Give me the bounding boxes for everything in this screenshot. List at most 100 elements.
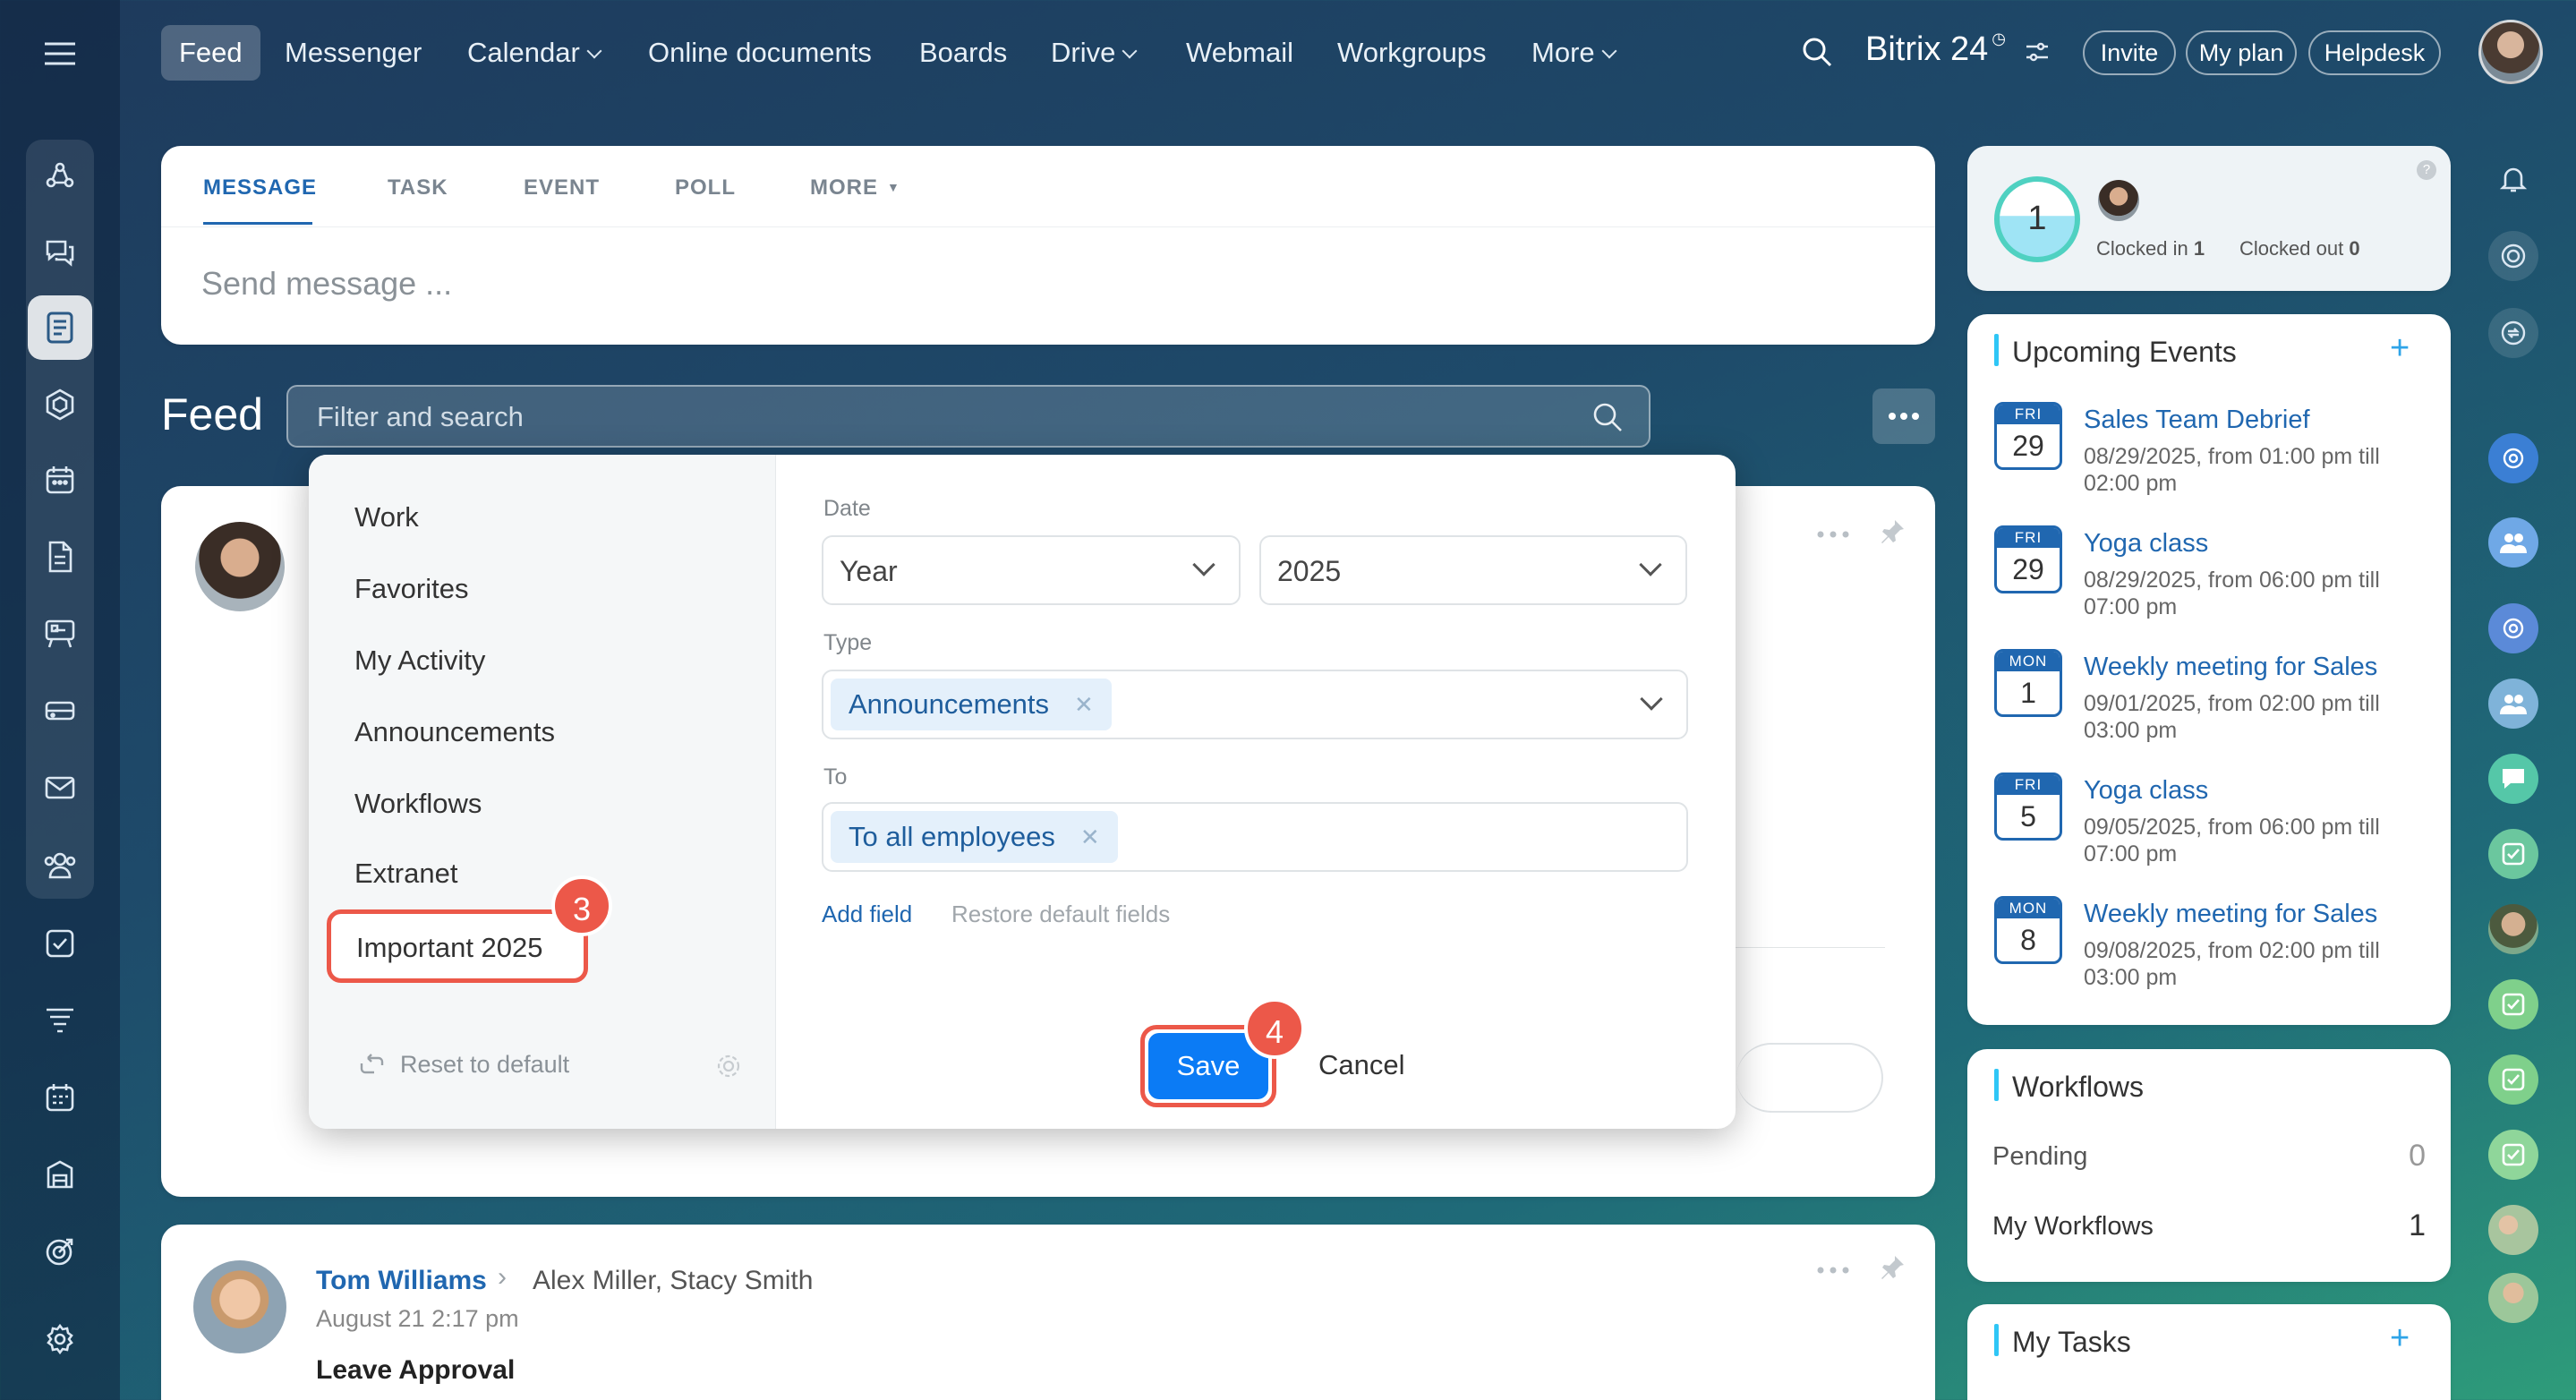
comment-input[interactable] (1736, 1043, 1883, 1113)
post-date[interactable]: August 21 2:17 pm (316, 1305, 519, 1333)
cancel-button[interactable]: Cancel (1318, 1049, 1405, 1081)
remove-chip-icon[interactable]: ✕ (1080, 824, 1100, 851)
clocked-in-counter[interactable]: 1 (1994, 176, 2080, 262)
channel-icon[interactable] (2488, 603, 2538, 653)
hamburger-menu-icon[interactable] (28, 21, 92, 86)
preset-favorites[interactable]: Favorites (354, 573, 468, 605)
nav-drive[interactable]: Drive (1051, 25, 1138, 81)
contact-avatar[interactable] (2488, 904, 2538, 954)
employee-avatar[interactable] (2098, 180, 2139, 221)
preset-important-2025[interactable]: Important 2025 (327, 909, 588, 983)
date-year-select[interactable]: 2025 (1259, 535, 1687, 605)
event-title-link[interactable]: Weekly meeting for Sales (2084, 900, 2377, 929)
event-title-link[interactable]: Yoga class (2084, 529, 2208, 559)
help-icon[interactable]: ? (2417, 160, 2436, 180)
settings-gear-icon[interactable] (28, 1307, 92, 1371)
tab-message[interactable]: MESSAGE (203, 175, 317, 201)
mail-icon[interactable] (28, 755, 92, 820)
preset-extranet[interactable]: Extranet (354, 858, 457, 890)
document-icon[interactable] (28, 525, 92, 589)
to-select[interactable]: To all employees ✕ (822, 802, 1688, 872)
nav-webmail[interactable]: Webmail (1186, 25, 1293, 81)
pin-icon[interactable] (1878, 1253, 1906, 1282)
caret-down-icon: ▼ (887, 180, 900, 194)
sync-chat-icon[interactable] (2488, 308, 2538, 358)
messenger-icon[interactable] (28, 220, 92, 285)
my-plan-button[interactable]: My plan (2186, 30, 2297, 75)
calendar-icon[interactable] (28, 448, 92, 512)
nav-workgroups[interactable]: Workgroups (1337, 25, 1487, 81)
contact-avatar[interactable] (2488, 1273, 2538, 1323)
to-chip[interactable]: To all employees ✕ (831, 811, 1118, 863)
task-chat-icon[interactable] (2488, 829, 2538, 879)
tab-task[interactable]: TASK (388, 175, 448, 201)
preset-announcements[interactable]: Announcements (354, 716, 555, 748)
post-menu-icon[interactable] (1817, 1266, 1849, 1275)
my-workflows-label[interactable]: My Workflows (1992, 1212, 2154, 1242)
team-chat-icon[interactable] (2488, 679, 2538, 729)
tab-poll[interactable]: POLL (675, 175, 736, 201)
hexagon-icon[interactable] (28, 372, 92, 437)
restore-default-fields-link[interactable]: Restore default fields (951, 901, 1170, 928)
post-recipients[interactable]: Alex Miller, Stacy Smith (533, 1266, 813, 1296)
task-chat-icon[interactable] (2488, 979, 2538, 1029)
remove-chip-icon[interactable]: ✕ (1074, 691, 1094, 719)
filter-search-input[interactable]: Filter and search (286, 385, 1651, 448)
tab-event[interactable]: EVENT (524, 175, 600, 201)
goals-icon[interactable] (28, 1219, 92, 1284)
message-input[interactable]: Send message ... (201, 265, 452, 303)
author-avatar[interactable] (193, 1260, 286, 1353)
nav-messenger[interactable]: Messenger (285, 25, 422, 81)
support-chat-icon[interactable] (2488, 754, 2538, 804)
add-event-icon[interactable]: + (2390, 330, 2410, 366)
event-title-link[interactable]: Weekly meeting for Sales (2084, 653, 2377, 682)
drive-icon[interactable] (28, 679, 92, 743)
boards-icon[interactable] (28, 602, 92, 666)
group-avatar[interactable] (2488, 1205, 2538, 1255)
task-chat-icon[interactable] (2488, 1130, 2538, 1180)
preset-work[interactable]: Work (354, 501, 419, 534)
pending-label[interactable]: Pending (1992, 1142, 2087, 1172)
task-chat-icon[interactable] (2488, 1054, 2538, 1105)
search-icon[interactable] (1801, 36, 1833, 68)
helpdesk-button[interactable]: Helpdesk (2308, 30, 2441, 75)
copilot-icon[interactable] (2488, 231, 2538, 281)
nav-more[interactable]: More (1531, 25, 1617, 81)
type-chip[interactable]: Announcements ✕ (831, 679, 1112, 730)
nav-feed[interactable]: Feed (161, 25, 260, 81)
event-title-link[interactable]: Sales Team Debrief (2084, 405, 2310, 435)
add-field-link[interactable]: Add field (822, 901, 912, 928)
pin-icon[interactable] (1878, 517, 1906, 546)
tab-more[interactable]: MORE ▼ (810, 175, 900, 201)
reset-to-default-link[interactable]: Reset to default (400, 1051, 569, 1079)
store-icon[interactable] (28, 1142, 92, 1207)
invite-button[interactable]: Invite (2083, 30, 2176, 75)
openlines-icon[interactable] (2488, 433, 2538, 483)
user-avatar[interactable] (2478, 20, 2543, 84)
event-title-link[interactable]: Yoga class (2084, 776, 2208, 806)
planner-icon[interactable] (28, 1065, 92, 1130)
preset-my-activity[interactable]: My Activity (354, 645, 485, 677)
notifications-bell-icon[interactable] (2488, 154, 2538, 204)
nav-online-documents[interactable]: Online documents (648, 25, 872, 81)
brand-logo[interactable]: Bitrix 24 ◷ (1865, 30, 2006, 69)
crm-icon[interactable] (28, 988, 92, 1053)
search-icon[interactable] (1591, 401, 1624, 433)
date-period-select[interactable]: Year (822, 535, 1241, 605)
filter-settings-icon[interactable] (2025, 39, 2050, 64)
post-author-link[interactable]: Tom Williams (316, 1266, 487, 1296)
nav-calendar[interactable]: Calendar (467, 25, 602, 81)
nav-boards[interactable]: Boards (919, 25, 1007, 81)
type-select[interactable]: Announcements ✕ (822, 670, 1688, 739)
preset-settings-gear-icon[interactable] (715, 1053, 742, 1080)
collab-icon[interactable] (28, 143, 92, 208)
preset-workflows[interactable]: Workflows (354, 788, 482, 820)
group-chat-icon[interactable] (2488, 517, 2538, 568)
add-task-icon[interactable]: + (2390, 1320, 2410, 1356)
author-avatar[interactable] (195, 522, 285, 611)
workgroups-icon[interactable] (28, 832, 92, 897)
feed-icon[interactable] (28, 295, 92, 360)
feed-more-button[interactable] (1872, 388, 1935, 444)
post-menu-icon[interactable] (1817, 530, 1849, 539)
tasks-icon[interactable] (28, 911, 92, 976)
